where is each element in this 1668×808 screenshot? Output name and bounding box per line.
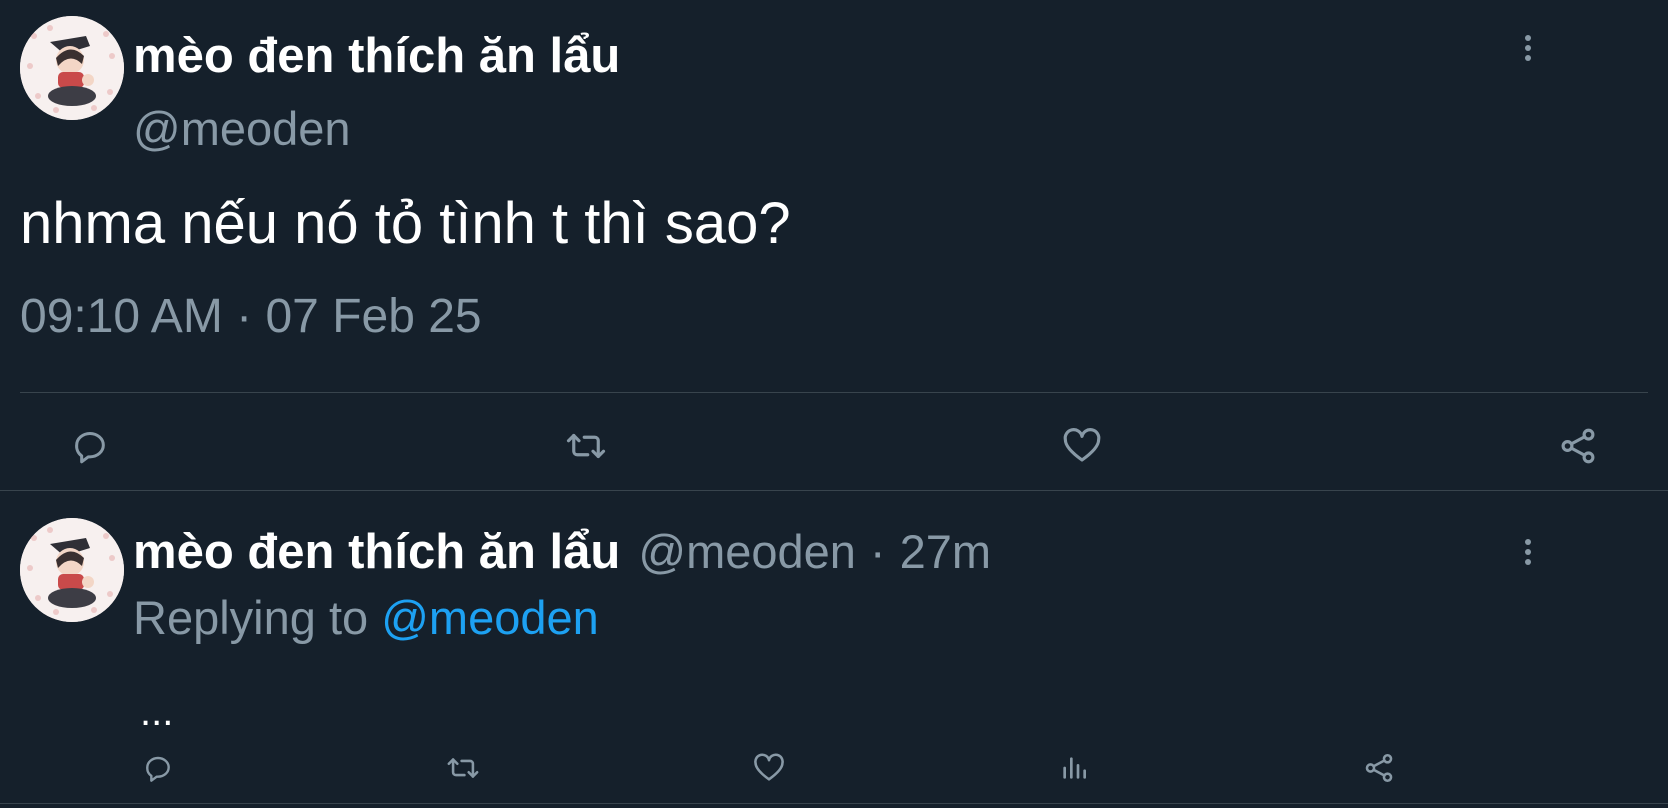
replying-to: Replying to @meoden xyxy=(133,590,599,646)
more-options-button[interactable] xyxy=(1518,532,1538,572)
avatar[interactable] xyxy=(20,16,124,120)
more-dot xyxy=(1525,35,1531,41)
reply-button[interactable] xyxy=(64,420,116,472)
replying-to-mention[interactable]: @meoden xyxy=(381,591,599,644)
more-dot xyxy=(1525,55,1531,61)
reply-icon xyxy=(146,756,170,782)
replying-to-label: Replying to xyxy=(133,591,369,644)
more-dot xyxy=(1525,539,1531,545)
like-button[interactable] xyxy=(1056,420,1108,472)
more-dot xyxy=(1525,559,1531,565)
retweet-icon xyxy=(447,758,479,778)
more-options-button[interactable] xyxy=(1518,28,1538,68)
divider xyxy=(20,392,1648,393)
share-button[interactable] xyxy=(1552,420,1604,472)
retweet-button[interactable] xyxy=(443,748,483,788)
relative-time[interactable]: 27m xyxy=(900,524,991,580)
reply-icon xyxy=(75,432,105,464)
share-icon xyxy=(1365,753,1393,783)
like-icon xyxy=(1063,428,1101,462)
author-handle[interactable]: @meoden xyxy=(133,101,351,157)
retweet-icon xyxy=(566,433,606,459)
author-handle[interactable]: @meoden xyxy=(638,524,856,580)
share-button[interactable] xyxy=(1359,748,1399,788)
avatar-image xyxy=(20,518,124,622)
like-icon xyxy=(754,753,784,781)
divider xyxy=(0,803,1668,804)
analytics-button[interactable] xyxy=(1054,748,1094,788)
reply-button[interactable] xyxy=(138,748,178,788)
avatar[interactable] xyxy=(20,518,124,622)
reply-header: mèo đen thích ăn lẩu @meoden · 27m xyxy=(133,524,991,580)
analytics-icon xyxy=(1063,757,1086,779)
avatar-image xyxy=(20,16,124,120)
tweet-text: nhma nếu nó tỏ tình t thì sao? xyxy=(20,191,791,256)
time-separator: · xyxy=(869,525,886,578)
author-name[interactable]: mèo đen thích ăn lẩu xyxy=(133,28,620,84)
more-dot xyxy=(1525,549,1531,555)
reply-text: ... xyxy=(140,690,174,734)
retweet-button[interactable] xyxy=(560,420,612,472)
author-name[interactable]: mèo đen thích ăn lẩu xyxy=(133,524,620,580)
like-button[interactable] xyxy=(749,748,789,788)
tweet-timestamp[interactable]: 09:10 AM · 07 Feb 25 xyxy=(20,289,482,345)
more-dot xyxy=(1525,45,1531,51)
divider xyxy=(0,490,1668,491)
share-icon xyxy=(1561,428,1595,464)
